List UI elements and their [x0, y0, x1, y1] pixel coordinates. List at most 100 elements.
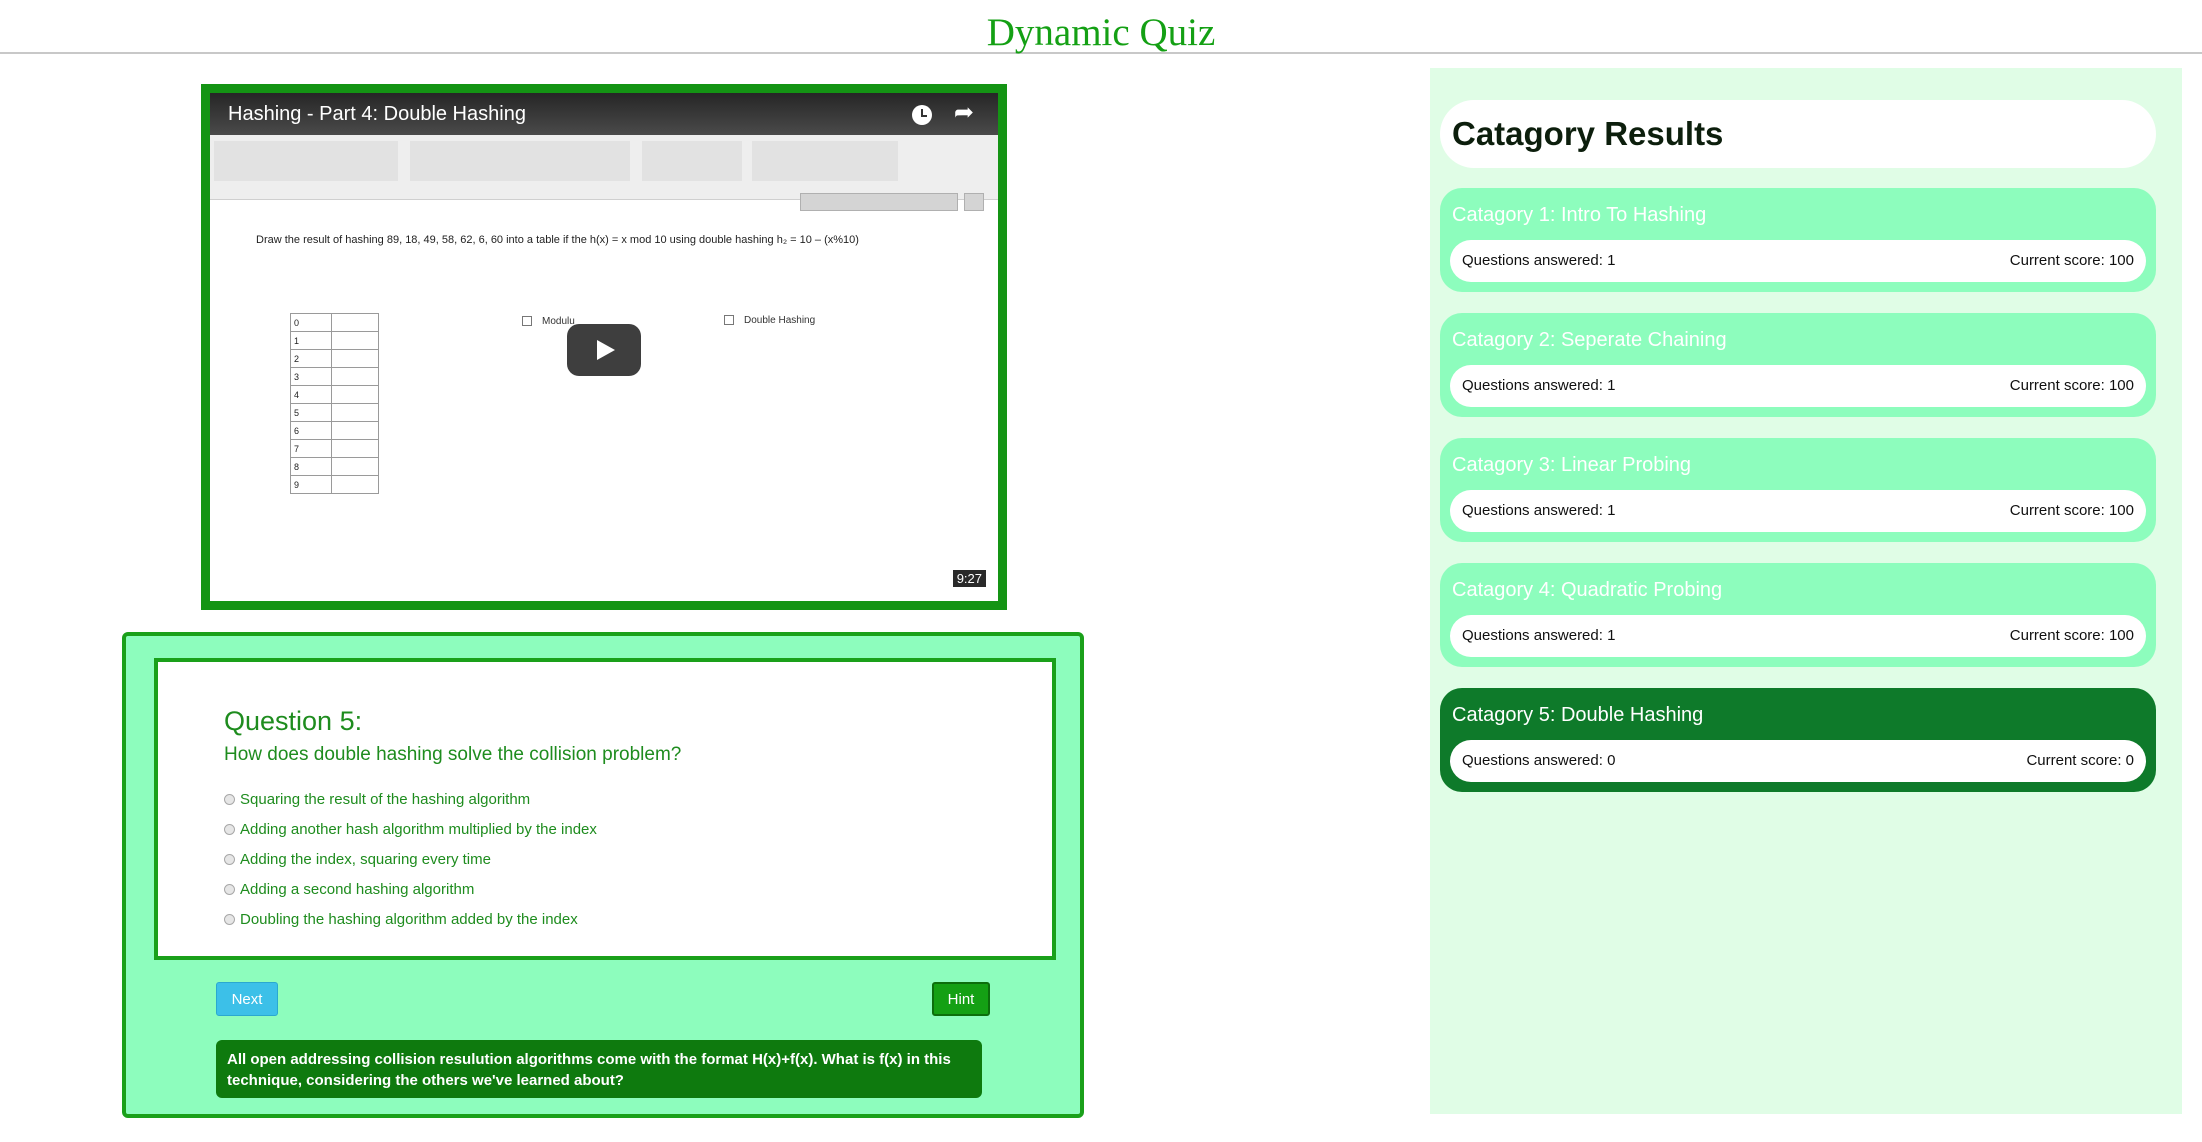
hash-table-row: 2 — [290, 349, 379, 368]
hash-table-row: 0 — [290, 313, 379, 332]
current-score: Current score: 100 — [2009, 627, 2134, 644]
radio-button[interactable] — [224, 793, 235, 805]
category-card[interactable]: Catagory 3: Linear Probing Questions ans… — [1440, 438, 2156, 542]
clock-icon[interactable] — [912, 105, 932, 125]
current-score: Current score: 100 — [2009, 377, 2134, 394]
category-title: Catagory 3: Linear Probing — [1452, 454, 1692, 476]
hint-text: All open addressing collision resulution… — [216, 1040, 982, 1098]
hash-index: 0 — [290, 313, 332, 332]
category-stats: Questions answered: 1 Current score: 100 — [1450, 490, 2146, 532]
video-topbar: Hashing - Part 4: Double Hashing ➦ — [210, 93, 998, 135]
hash-table-row: 9 — [290, 475, 379, 494]
answer-option[interactable]: Doubling the hashing algorithm added by … — [224, 904, 597, 934]
slide-dropdown — [800, 193, 958, 211]
video-slide-toolbar — [210, 135, 998, 200]
ribbon-group — [752, 141, 898, 181]
category-card[interactable]: Catagory 5: Double Hashing Questions ans… — [1440, 688, 2156, 792]
radio-button[interactable] — [224, 853, 235, 865]
hash-value-cell — [331, 439, 379, 458]
page: Dynamic Quiz Hashing - Part 4: Double Ha… — [0, 0, 2202, 1142]
hash-table-row: 4 — [290, 385, 379, 404]
slide-hash-table: 0123456789 — [290, 313, 379, 494]
radio-button[interactable] — [224, 913, 235, 925]
results-panel: Catagory Results Catagory 1: Intro To Ha… — [1430, 68, 2182, 1114]
ribbon-group — [214, 141, 398, 181]
hash-value-cell — [331, 385, 379, 404]
hash-index: 3 — [290, 367, 332, 386]
category-title: Catagory 2: Seperate Chaining — [1452, 329, 1727, 351]
questions-answered: Questions answered: 1 — [1462, 502, 1616, 519]
page-header: Dynamic Quiz — [0, 0, 2202, 54]
video-player[interactable]: Hashing - Part 4: Double Hashing ➦ Draw … — [201, 84, 1007, 610]
radio-button[interactable] — [224, 823, 235, 835]
checkbox-icon — [724, 315, 734, 326]
slide-expand-icon — [964, 193, 984, 211]
hash-value-cell — [331, 457, 379, 476]
results-header: Catagory Results — [1440, 100, 2156, 168]
category-stats: Questions answered: 1 Current score: 100 — [1450, 615, 2146, 657]
category-card[interactable]: Catagory 1: Intro To Hashing Questions a… — [1440, 188, 2156, 292]
questions-answered: Questions answered: 1 — [1462, 377, 1616, 394]
question-text: How does double hashing solve the collis… — [224, 744, 682, 765]
question-heading: Question 5: — [224, 706, 363, 736]
checkbox-icon — [522, 316, 532, 327]
answer-option[interactable]: Adding a second hashing algorithm — [224, 874, 597, 904]
answer-option[interactable]: Adding another hash algorithm multiplied… — [224, 814, 597, 844]
hash-table-row: 1 — [290, 331, 379, 350]
hash-value-cell — [331, 367, 379, 386]
slide-instruction: Draw the result of hashing 89, 18, 49, 5… — [256, 234, 859, 246]
slide-label-modulus: Modulu — [522, 316, 575, 327]
category-stats: Questions answered: 1 Current score: 100 — [1450, 240, 2146, 282]
category-card[interactable]: Catagory 2: Seperate Chaining Questions … — [1440, 313, 2156, 417]
next-button[interactable]: Next — [216, 982, 278, 1016]
hash-value-cell — [331, 403, 379, 422]
hash-index: 7 — [290, 439, 332, 458]
answer-list: Squaring the result of the hashing algor… — [224, 784, 597, 934]
current-score: Current score: 0 — [2026, 752, 2134, 769]
hash-value-cell — [331, 475, 379, 494]
category-card[interactable]: Catagory 4: Quadratic Probing Questions … — [1440, 563, 2156, 667]
hash-index: 4 — [290, 385, 332, 404]
answer-label: Adding the index, squaring every time — [240, 850, 491, 868]
radio-button[interactable] — [224, 883, 235, 895]
hash-value-cell — [331, 421, 379, 440]
answer-label: Adding another hash algorithm multiplied… — [240, 820, 597, 838]
results-title: Catagory Results — [1452, 115, 1724, 152]
question-card: Question 5: How does double hashing solv… — [154, 658, 1056, 960]
hash-index: 5 — [290, 403, 332, 422]
hash-table-row: 6 — [290, 421, 379, 440]
video-title[interactable]: Hashing - Part 4: Double Hashing — [228, 103, 526, 126]
hash-table-row: 7 — [290, 439, 379, 458]
answer-label: Adding a second hashing algorithm — [240, 880, 475, 898]
hash-value-cell — [331, 331, 379, 350]
ribbon-group — [642, 141, 742, 181]
answer-option[interactable]: Adding the index, squaring every time — [224, 844, 597, 874]
hint-button[interactable]: Hint — [932, 982, 990, 1016]
hash-value-cell — [331, 349, 379, 368]
hash-index: 2 — [290, 349, 332, 368]
play-icon[interactable] — [567, 324, 641, 376]
current-score: Current score: 100 — [2009, 502, 2134, 519]
answer-option[interactable]: Squaring the result of the hashing algor… — [224, 784, 597, 814]
questions-answered: Questions answered: 0 — [1462, 752, 1616, 769]
hash-table-row: 5 — [290, 403, 379, 422]
answer-label: Doubling the hashing algorithm added by … — [240, 910, 578, 928]
category-stats: Questions answered: 1 Current score: 100 — [1450, 365, 2146, 407]
current-score: Current score: 100 — [2009, 252, 2134, 269]
share-icon[interactable]: ➦ — [954, 101, 974, 125]
questions-answered: Questions answered: 1 — [1462, 627, 1616, 644]
category-title: Catagory 1: Intro To Hashing — [1452, 204, 1707, 226]
answer-label: Squaring the result of the hashing algor… — [240, 790, 531, 808]
video-screen[interactable]: Hashing - Part 4: Double Hashing ➦ Draw … — [210, 93, 998, 601]
hash-index: 1 — [290, 331, 332, 350]
category-stats: Questions answered: 0 Current score: 0 — [1450, 740, 2146, 782]
category-title: Catagory 4: Quadratic Probing — [1452, 579, 1723, 601]
hash-table-row: 8 — [290, 457, 379, 476]
questions-answered: Questions answered: 1 — [1462, 252, 1616, 269]
slide-label-double-hashing: Double Hashing — [724, 315, 815, 326]
hash-index: 8 — [290, 457, 332, 476]
hash-index: 9 — [290, 475, 332, 494]
ribbon-group — [410, 141, 630, 181]
hash-value-cell — [331, 313, 379, 332]
page-title: Dynamic Quiz — [986, 11, 1216, 54]
